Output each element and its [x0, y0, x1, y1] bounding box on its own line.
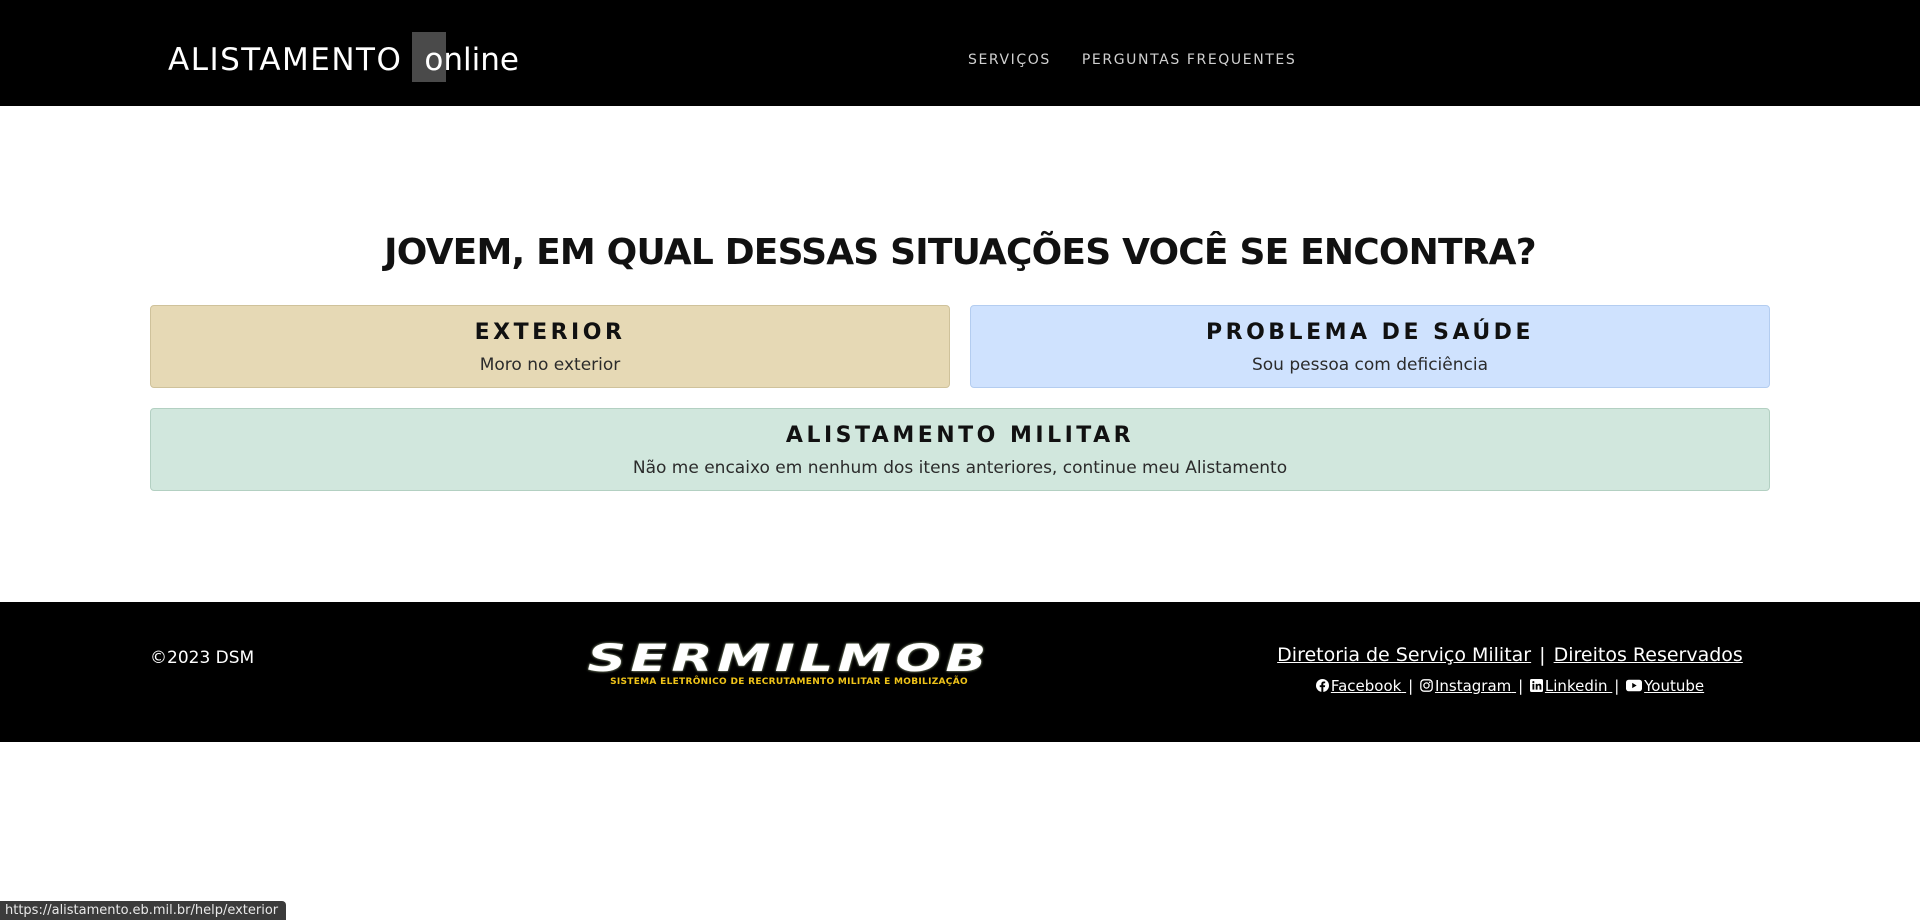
site-footer: ©2023 DSM SERMILMOB SISTEMA ELETRÔNICO D…: [0, 602, 1920, 742]
nav-link-servicos[interactable]: SERVIÇOS: [968, 52, 1051, 68]
brand-logo-link[interactable]: ALISTAMENTO online: [168, 32, 519, 82]
separator: |: [1539, 644, 1546, 666]
card-title: EXTERIOR: [474, 320, 626, 345]
card-subtitle: Não me encaixo em nenhum dos itens anter…: [632, 458, 1288, 478]
browser-status-url: https://alistamento.eb.mil.br/help/exter…: [0, 901, 287, 920]
social-link-linkedin[interactable]: Linkedin: [1529, 677, 1612, 695]
page-heading: JOVEM, EM QUAL DESSAS SITUAÇÕES VOCÊ SE …: [384, 232, 1536, 273]
social-label: Linkedin: [1544, 677, 1608, 695]
card-subtitle: Sou pessoa com deficiência: [1251, 355, 1489, 375]
brand-title: ALISTAMENTO: [168, 42, 403, 78]
top-navbar: ALISTAMENTO online SERVIÇOS PERGUNTAS FR…: [0, 0, 1920, 106]
social-label: Youtube: [1644, 677, 1705, 695]
youtube-icon: [1626, 679, 1643, 692]
card-title: PROBLEMA DE SAÚDE: [1206, 320, 1534, 345]
instagram-icon: [1420, 679, 1433, 692]
copyright-text: ©2023 DSM: [150, 648, 255, 668]
social-label: Instagram: [1434, 677, 1512, 695]
facebook-icon: [1315, 679, 1329, 692]
social-link-facebook[interactable]: Facebook: [1315, 677, 1406, 695]
sermilmob-logo: SERMILMOB SISTEMA ELETRÔNICO DE RECRUTAM…: [573, 640, 1005, 687]
separator: |: [1518, 677, 1524, 695]
card-subtitle: Moro no exterior: [479, 355, 621, 375]
main-nav: SERVIÇOS PERGUNTAS FREQUENTES: [968, 52, 1296, 68]
logo-title: SERMILMOB: [587, 637, 991, 680]
separator: |: [1614, 677, 1620, 695]
footer-social-links: Facebook | Instagram | Linkedin | Youtub…: [1270, 677, 1750, 695]
nav-link-perguntas-frequentes[interactable]: PERGUNTAS FREQUENTES: [1082, 52, 1296, 68]
option-card-alistamento-militar[interactable]: ALISTAMENTO MILITAR Não me encaixo em ne…: [150, 408, 1770, 491]
option-card-problema-de-saude[interactable]: PROBLEMA DE SAÚDE Sou pessoa com deficiê…: [970, 305, 1770, 388]
link-direitos-reservados[interactable]: Direitos Reservados: [1554, 644, 1743, 666]
social-label: Facebook: [1330, 677, 1402, 695]
social-link-instagram[interactable]: Instagram: [1420, 677, 1516, 695]
link-diretoria-servico-militar[interactable]: Diretoria de Serviço Militar: [1277, 644, 1531, 666]
social-link-youtube[interactable]: Youtube: [1626, 677, 1704, 695]
footer-links-primary: Diretoria de Serviço Militar | Direitos …: [1270, 644, 1750, 666]
brand-suffix: online: [424, 42, 519, 78]
separator: |: [1408, 677, 1414, 695]
option-card-exterior[interactable]: EXTERIOR Moro no exterior: [150, 305, 950, 388]
linkedin-icon: [1529, 679, 1543, 692]
card-title: ALISTAMENTO MILITAR: [785, 423, 1135, 448]
